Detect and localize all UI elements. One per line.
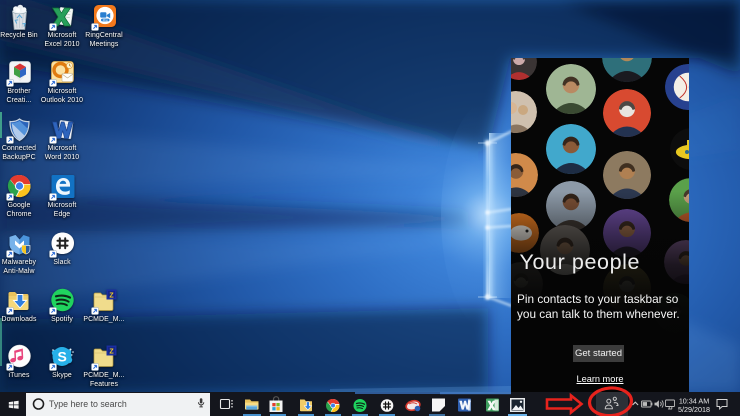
svg-text:Z: Z [109, 348, 114, 355]
svg-text:S: S [57, 349, 66, 365]
svg-text:Ring: Ring [102, 19, 108, 22]
svg-text:5/29/2018: 5/29/2018 [678, 405, 710, 414]
svg-text:Z: Z [109, 292, 114, 299]
svg-text:Type here to search: Type here to search [49, 399, 127, 409]
